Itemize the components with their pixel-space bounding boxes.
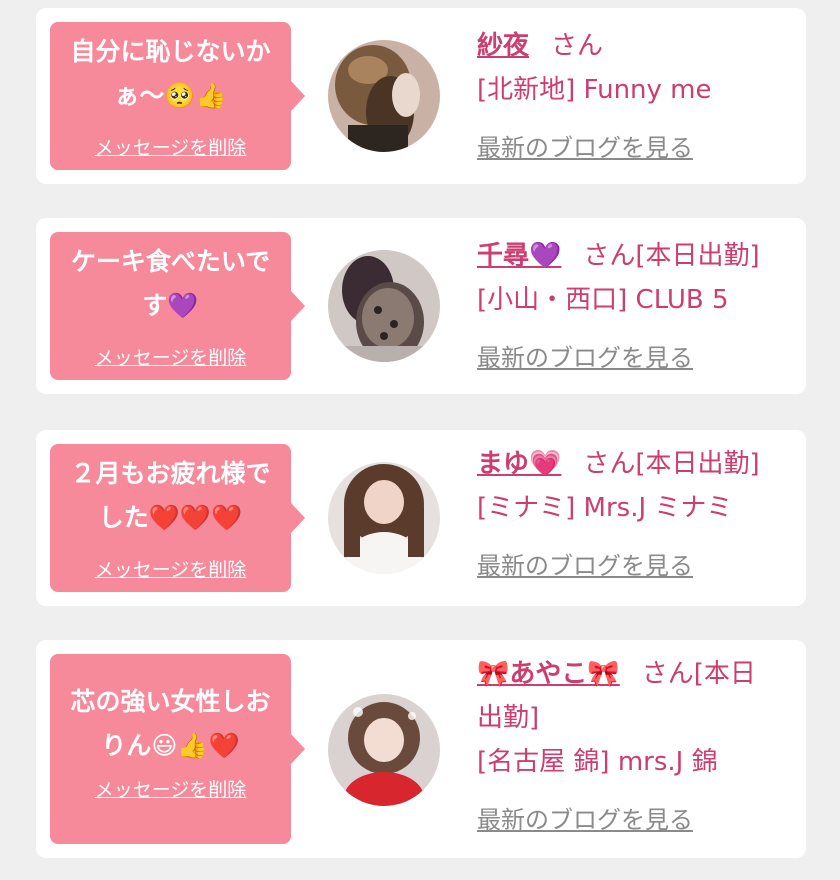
cast-title-line: まゆ💗 さん[本日出勤] <box>477 442 792 486</box>
honorific: さん <box>641 659 694 689</box>
message-text: 芯の強い女性しお りん😃👍❤️ <box>62 654 279 768</box>
honorific: さん <box>583 241 636 271</box>
cast-info: 紗夜 さん [北新地] Funny me 最新のブログを見る <box>477 24 792 163</box>
latest-blog-link[interactable]: 最新のブログを見る <box>477 338 693 373</box>
delete-message-link[interactable]: メッセージを削除 <box>50 778 291 802</box>
shop-name: [北新地] Funny me <box>477 75 712 105</box>
status-badge-continued: 出勤] <box>477 703 540 733</box>
message-text: ２月もお疲れ様で した❤️❤️❤️ <box>62 444 279 540</box>
shop-name: [ミナミ] Mrs.J ミナミ <box>477 493 733 523</box>
message-card: ２月もお疲れ様で した❤️❤️❤️ メッセージを削除 まゆ💗 さん[本日出勤] [… <box>36 430 806 606</box>
avatar[interactable] <box>328 462 440 574</box>
message-card: 自分に恥じないか ぁ〜🥺👍 メッセージを削除 紗夜 さん [北新地] Funny … <box>36 8 806 184</box>
shop-name: [小山・西口] CLUB 5 <box>477 285 729 315</box>
avatar-photo <box>328 462 440 574</box>
latest-blog-link[interactable]: 最新のブログを見る <box>477 800 693 835</box>
message-line: ２月もお疲れ様で <box>70 459 271 488</box>
message-card: ケーキ食べたいで す💜 メッセージを削除 千尋💜 さん[本日出勤] [小山・西口]… <box>36 218 806 394</box>
status-badge: [本日出勤] <box>635 449 760 479</box>
message-line: した❤️❤️❤️ <box>98 503 243 532</box>
cast-name-link[interactable]: まゆ💗 <box>477 449 561 479</box>
avatar[interactable] <box>328 250 440 362</box>
delete-message-link[interactable]: メッセージを削除 <box>50 558 291 582</box>
message-card: 芯の強い女性しお りん😃👍❤️ メッセージを削除 🎀あやこ🎀 さん[本日 出勤] … <box>36 640 806 858</box>
avatar[interactable] <box>328 40 440 152</box>
delete-message-link[interactable]: メッセージを削除 <box>50 346 291 370</box>
honorific: さん <box>551 31 604 61</box>
message-bubble: ケーキ食べたいで す💜 メッセージを削除 <box>50 232 305 380</box>
cast-title-line: 紗夜 さん <box>477 24 792 68</box>
avatar[interactable] <box>328 694 440 806</box>
cast-name-link[interactable]: 紗夜 <box>477 31 529 61</box>
cast-title-line: 千尋💜 さん[本日出勤] <box>477 234 792 278</box>
message-bubble: ２月もお疲れ様で した❤️❤️❤️ メッセージを削除 <box>50 444 305 592</box>
message-line: す💜 <box>142 291 199 320</box>
status-badge: [本日出勤] <box>635 241 760 271</box>
message-line: 自分に恥じないか <box>70 37 271 66</box>
cast-info: 🎀あやこ🎀 さん[本日 出勤] [名古屋 錦] mrs.J 錦 最新のブログを見る <box>477 652 792 835</box>
message-line: ぁ〜🥺👍 <box>114 81 227 110</box>
cast-name-link[interactable]: 千尋💜 <box>477 241 561 271</box>
latest-blog-link[interactable]: 最新のブログを見る <box>477 546 693 581</box>
message-text: ケーキ食べたいで す💜 <box>62 232 279 328</box>
message-line: 芯の強い女性しお <box>70 687 271 716</box>
latest-blog-link[interactable]: 最新のブログを見る <box>477 128 693 163</box>
message-bubble: 芯の強い女性しお りん😃👍❤️ メッセージを削除 <box>50 654 305 844</box>
message-bubble: 自分に恥じないか ぁ〜🥺👍 メッセージを削除 <box>50 22 305 170</box>
honorific: さん <box>583 449 636 479</box>
cast-info: まゆ💗 さん[本日出勤] [ミナミ] Mrs.J ミナミ 最新のブログを見る <box>477 442 792 581</box>
message-line: りん😃👍❤️ <box>101 731 240 760</box>
avatar-photo <box>328 694 440 806</box>
delete-message-link[interactable]: メッセージを削除 <box>50 136 291 160</box>
avatar-photo <box>328 250 440 362</box>
cast-info: 千尋💜 さん[本日出勤] [小山・西口] CLUB 5 最新のブログを見る <box>477 234 792 373</box>
cast-name-link[interactable]: 🎀あやこ🎀 <box>477 659 620 689</box>
shop-name: [名古屋 錦] mrs.J 錦 <box>477 747 718 777</box>
message-text: 自分に恥じないか ぁ〜🥺👍 <box>62 22 279 118</box>
message-line: ケーキ食べたいで <box>70 247 271 276</box>
avatar-photo <box>328 40 440 152</box>
status-badge: [本日 <box>693 659 756 689</box>
cast-title-line: 🎀あやこ🎀 さん[本日 <box>477 652 792 696</box>
